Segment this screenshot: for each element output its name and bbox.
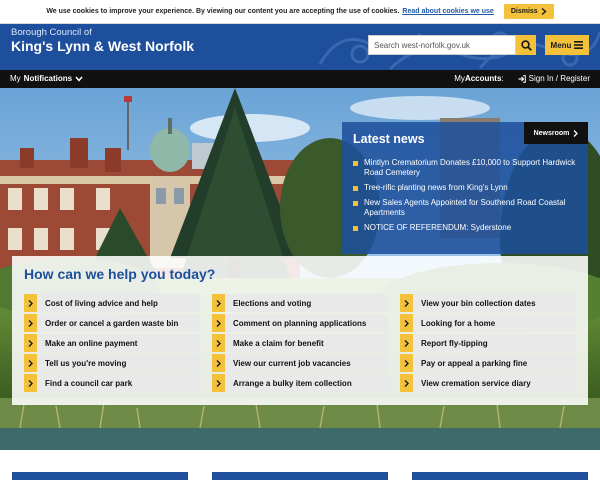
help-link[interactable]: Comment on planning applications — [212, 314, 388, 332]
chevron-right-icon — [212, 354, 225, 372]
news-list: Mintlyn Crematorium Donates £10,000 to S… — [353, 158, 581, 238]
chevron-right-icon — [400, 334, 413, 352]
chevron-right-icon — [24, 294, 37, 312]
cookie-banner: We use cookies to improve your experienc… — [0, 0, 600, 24]
my-accounts-link[interactable]: MyAccounts: — [454, 74, 503, 83]
chevron-right-icon — [24, 374, 37, 392]
help-link-label: Comment on planning applications — [233, 318, 367, 328]
help-link[interactable]: Order or cancel a garden waste bin — [24, 314, 200, 332]
bullet-icon — [353, 186, 358, 191]
news-item-title: Mintlyn Crematorium Donates £10,000 to S… — [364, 158, 576, 177]
sign-in-label: Sign In / Register — [528, 74, 590, 83]
council-name-small: Borough Council of — [11, 27, 92, 38]
accounts-prefix: My — [454, 74, 465, 83]
help-link[interactable]: View our current job vacancies — [212, 354, 388, 372]
chevron-right-icon — [541, 8, 547, 15]
help-link-label: Elections and voting — [233, 298, 312, 308]
help-link-label: View cremation service diary — [421, 378, 531, 388]
help-link-label: Find a council car park — [45, 378, 133, 388]
help-link-label: Make an online payment — [45, 338, 138, 348]
help-link[interactable]: Arrange a bulky item collection — [212, 374, 388, 392]
help-link-label: View our current job vacancies — [233, 358, 351, 368]
cookie-text: We use cookies to improve your experienc… — [46, 8, 400, 15]
chevron-down-icon — [75, 76, 83, 82]
help-link[interactable]: Make an online payment — [24, 334, 200, 352]
news-item[interactable]: Mintlyn Crematorium Donates £10,000 to S… — [353, 158, 581, 178]
search-icon — [520, 39, 532, 51]
help-link-label: Tell us you're moving — [45, 358, 127, 368]
help-link-label: Pay or appeal a parking fine — [421, 358, 528, 368]
account-navbar: My Notifications MyAccounts: Sign In / Re… — [0, 70, 600, 88]
chevron-right-icon — [24, 354, 37, 372]
council-name-big[interactable]: King's Lynn & West Norfolk — [11, 38, 194, 54]
chevron-right-icon — [212, 334, 225, 352]
menu-button[interactable]: Menu — [545, 35, 589, 55]
bullet-icon — [353, 226, 358, 231]
help-link[interactable]: Find a council car park — [24, 374, 200, 392]
help-column-2: Elections and voting Comment on planning… — [212, 294, 388, 394]
chevron-right-icon — [400, 294, 413, 312]
help-link-label: Report fly-tipping — [421, 338, 488, 348]
help-link-label: Cost of living advice and help — [45, 298, 158, 308]
latest-news-panel: Latest news Newsroom Mintlyn Crematorium… — [342, 122, 588, 254]
chevron-right-icon — [24, 314, 37, 332]
help-column-1: Cost of living advice and help Order or … — [24, 294, 200, 394]
chevron-right-icon — [212, 314, 225, 332]
help-link[interactable]: Tell us you're moving — [24, 354, 200, 372]
hamburger-icon — [574, 41, 584, 49]
news-item-title: NOTICE OF REFERENDUM: Syderstone — [364, 223, 512, 232]
help-link-label: Order or cancel a garden waste bin — [45, 318, 179, 328]
notifications-label: Notifications — [23, 74, 73, 83]
sign-in-icon — [518, 74, 526, 83]
help-link[interactable]: Cost of living advice and help — [24, 294, 200, 312]
accounts-label: Accounts — [464, 74, 502, 83]
newsroom-label: Newsroom — [533, 129, 570, 137]
news-item[interactable]: NOTICE OF REFERENDUM: Syderstone — [353, 223, 581, 233]
chevron-right-icon — [212, 374, 225, 392]
feature-box[interactable] — [212, 472, 388, 480]
news-item-title: Tree-rific planting news from King's Lyn… — [364, 183, 508, 192]
chevron-right-icon — [24, 334, 37, 352]
my-notifications-toggle[interactable]: My Notifications — [10, 74, 83, 83]
site-header: Borough Council of King's Lynn & West No… — [0, 24, 600, 70]
help-link-label: Looking for a home — [421, 318, 496, 328]
help-link[interactable]: Report fly-tipping — [400, 334, 576, 352]
help-link-label: View your bin collection dates — [421, 298, 536, 308]
search-button[interactable] — [516, 35, 536, 55]
help-link[interactable]: View cremation service diary — [400, 374, 576, 392]
dismiss-label: Dismiss — [510, 8, 538, 15]
help-column-3: View your bin collection dates Looking f… — [400, 294, 576, 394]
help-link-label: Make a claim for benefit — [233, 338, 324, 348]
latest-news-title: Latest news — [353, 132, 425, 146]
help-link[interactable]: Elections and voting — [212, 294, 388, 312]
help-link[interactable]: Make a claim for benefit — [212, 334, 388, 352]
help-link[interactable]: View your bin collection dates — [400, 294, 576, 312]
menu-label: Menu — [550, 40, 572, 50]
notifications-prefix: My — [10, 74, 21, 83]
cookie-policy-link[interactable]: Read about cookies we use — [402, 8, 493, 15]
dismiss-cookies-button[interactable]: Dismiss — [503, 4, 554, 19]
bullet-icon — [353, 201, 358, 206]
news-item[interactable]: Tree-rific planting news from King's Lyn… — [353, 183, 581, 193]
chevron-right-icon — [573, 129, 579, 137]
chevron-right-icon — [212, 294, 225, 312]
feature-box[interactable] — [412, 472, 588, 480]
feature-box[interactable] — [12, 472, 188, 480]
bullet-icon — [353, 161, 358, 166]
help-link[interactable]: Looking for a home — [400, 314, 576, 332]
chevron-right-icon — [400, 354, 413, 372]
news-item[interactable]: New Sales Agents Appointed for Southend … — [353, 198, 581, 218]
help-link[interactable]: Pay or appeal a parking fine — [400, 354, 576, 372]
news-item-title: New Sales Agents Appointed for Southend … — [364, 198, 566, 217]
search-input[interactable]: Search west-norfolk.gov.uk — [368, 35, 516, 55]
chevron-right-icon — [400, 374, 413, 392]
help-title: How can we help you today? — [24, 266, 216, 282]
chevron-right-icon — [400, 314, 413, 332]
help-panel: How can we help you today? Cost of livin… — [12, 256, 588, 405]
sign-in-link[interactable]: Sign In / Register — [518, 74, 590, 83]
newsroom-button[interactable]: Newsroom — [524, 122, 588, 144]
help-link-label: Arrange a bulky item collection — [233, 378, 352, 388]
